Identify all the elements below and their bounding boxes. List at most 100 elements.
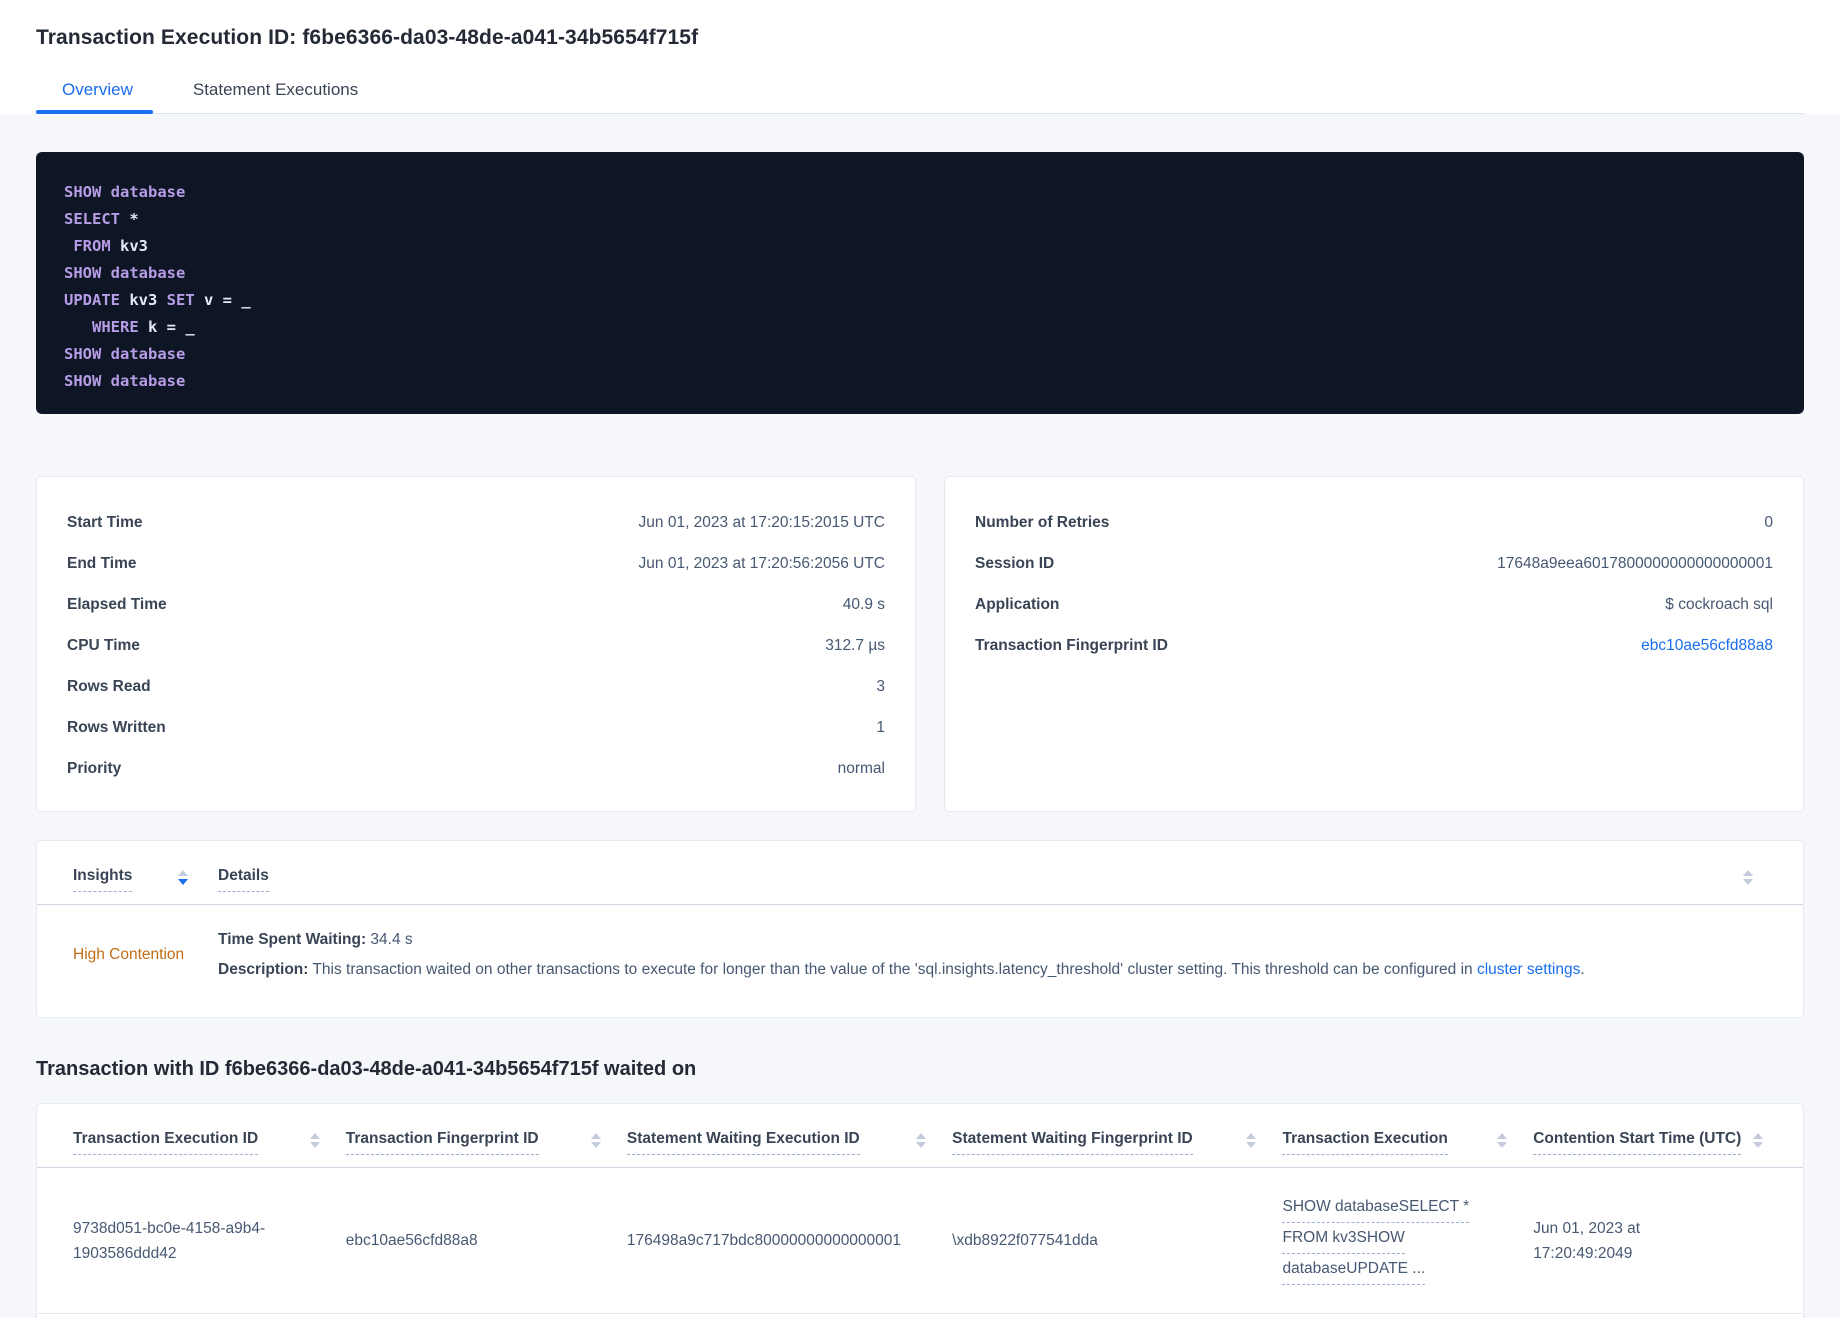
- sort-arrows-icon[interactable]: [590, 1133, 601, 1148]
- column-header-label[interactable]: Transaction Execution: [1282, 1130, 1448, 1155]
- table-sort-arrows-icon[interactable]: [1743, 870, 1753, 885]
- sort-up-arrow-icon: [1743, 870, 1753, 876]
- time-spent-waiting-label: Time Spent Waiting:: [218, 931, 367, 948]
- column-header-transaction-execution[interactable]: Transaction Execution: [1282, 1130, 1533, 1155]
- stat-label: Transaction Fingerprint ID: [975, 636, 1168, 654]
- transaction-execution-link-line[interactable]: FROM kv3SHOW: [1282, 1225, 1405, 1254]
- tab-bar: Overview Statement Executions: [36, 80, 1804, 114]
- sort-up-arrow-icon: [178, 870, 188, 876]
- table-row: 9738d051-bc0e-4158-a9b4-1903586ddd42 ebc1…: [37, 1168, 1803, 1314]
- transaction-execution-id-cell: 9738d051-bc0e-4158-a9b4-1903586ddd42: [73, 1219, 266, 1262]
- column-header-label[interactable]: Transaction Execution ID: [73, 1130, 259, 1155]
- sort-arrows-icon[interactable]: [309, 1133, 320, 1148]
- stat-value: $ cockroach sql: [1665, 595, 1773, 613]
- column-header-statement-waiting-execution-id[interactable]: Statement Waiting Execution ID: [626, 1130, 952, 1155]
- sort-arrows-icon[interactable]: [1497, 1133, 1508, 1148]
- main-content: SHOW database SELECT * FROM kv3 SHOW datab…: [0, 152, 1840, 1318]
- cluster-settings-link[interactable]: cluster settings: [1477, 961, 1580, 978]
- stat-row: Priority normal: [67, 748, 885, 789]
- stat-label: Priority: [67, 759, 122, 777]
- description-label: Description:: [218, 961, 309, 978]
- sql-line: WHERE k = _: [92, 318, 195, 336]
- sql-line: FROM kv3: [73, 237, 148, 255]
- insight-badge-high-contention: High Contention: [73, 946, 185, 963]
- column-header-label[interactable]: Contention Start Time (UTC): [1533, 1130, 1742, 1155]
- stat-row: Rows Written 1: [67, 707, 885, 748]
- stat-value: 17648a9eea6017800000000000000001: [1497, 554, 1773, 572]
- stats-cards-row: Start Time Jun 01, 2023 at 17:20:15:2015 …: [36, 476, 1804, 812]
- column-header-label[interactable]: Statement Waiting Fingerprint ID: [952, 1130, 1193, 1155]
- stat-label: Rows Read: [67, 677, 151, 695]
- stat-label: CPU Time: [67, 636, 140, 654]
- stat-row: Session ID 17648a9eea60178000000000000000…: [975, 543, 1773, 584]
- stat-row: Number of Retries 0: [975, 502, 1773, 543]
- sort-arrows-icon[interactable]: [916, 1133, 927, 1148]
- stat-label: Number of Retries: [975, 513, 1110, 531]
- sql-line: SHOW database: [64, 183, 186, 201]
- column-header-label[interactable]: Transaction Fingerprint ID: [345, 1130, 539, 1155]
- timing-stats-card: Start Time Jun 01, 2023 at 17:20:15:2015 …: [36, 476, 916, 812]
- insights-sort-icon[interactable]: [178, 870, 188, 885]
- waited-table-body: 9738d051-bc0e-4158-a9b4-1903586ddd42 ebc1…: [37, 1168, 1803, 1314]
- sort-arrows-icon[interactable]: [1753, 1133, 1763, 1148]
- sql-line: SHOW database: [64, 345, 186, 363]
- waited-on-table-card: Transaction Execution ID Transaction Fing…: [36, 1103, 1804, 1318]
- transaction-execution-link-line[interactable]: SHOW databaseSELECT *: [1282, 1194, 1470, 1223]
- column-header-insights[interactable]: Insights: [73, 867, 218, 892]
- column-header-transaction-execution-id[interactable]: Transaction Execution ID: [73, 1130, 346, 1155]
- stat-label: Start Time: [67, 513, 143, 531]
- transaction-fingerprint-id-link[interactable]: ebc10ae56cfd88a8: [1641, 637, 1773, 655]
- insights-column-label[interactable]: Insights: [73, 867, 133, 892]
- stat-value: Jun 01, 2023 at 17:20:56:2056 UTC: [638, 554, 885, 572]
- stat-row: CPU Time 312.7 µs: [67, 625, 885, 666]
- description-suffix: .: [1580, 961, 1585, 978]
- column-header-transaction-fingerprint-id[interactable]: Transaction Fingerprint ID: [345, 1130, 627, 1155]
- tab-overview[interactable]: Overview: [36, 80, 153, 114]
- insight-description: Description: This transaction waited on …: [218, 959, 1767, 981]
- stat-label: Session ID: [975, 554, 1055, 572]
- transaction-fingerprint-id-cell: ebc10ae56cfd88a8: [345, 1232, 478, 1249]
- sort-up-arrow-icon: [1497, 1133, 1508, 1139]
- stat-value: 3: [876, 677, 885, 695]
- stat-row: Rows Read 3: [67, 666, 885, 707]
- waited-table-header: Transaction Execution ID Transaction Fing…: [37, 1130, 1803, 1155]
- transaction-execution-link-line[interactable]: databaseUPDATE ...: [1282, 1256, 1426, 1285]
- insights-table-card: Insights Details High Contention Time Sp…: [36, 840, 1804, 1018]
- time-spent-waiting: Time Spent Waiting: 34.4 s: [218, 929, 1767, 951]
- transaction-details-page: Transaction Execution ID: f6be6366-da03-…: [0, 0, 1840, 1318]
- waited-on-heading: Transaction with ID f6be6366-da03-48de-a…: [36, 1058, 697, 1080]
- sql-line: SELECT *: [64, 210, 139, 228]
- insight-details: Time Spent Waiting: 34.4 s Description: …: [218, 929, 1767, 981]
- stat-value: 40.9 s: [842, 595, 885, 613]
- statement-waiting-execution-id-cell: 176498a9c717bdc80000000000000001: [626, 1232, 902, 1249]
- sort-arrows-icon[interactable]: [1246, 1133, 1257, 1148]
- stat-row: End Time Jun 01, 2023 at 17:20:56:2056 UT…: [67, 543, 885, 584]
- sort-up-arrow-icon: [309, 1133, 320, 1139]
- page-header: Transaction Execution ID: f6be6366-da03-…: [0, 0, 1840, 114]
- sort-down-arrow-icon: [1497, 1142, 1508, 1148]
- sql-line: SHOW database: [64, 372, 186, 390]
- column-header-label[interactable]: Statement Waiting Execution ID: [626, 1130, 860, 1155]
- stat-row: Start Time Jun 01, 2023 at 17:20:15:2015 …: [67, 502, 885, 543]
- sort-down-arrow-icon: [178, 879, 188, 885]
- sql-statements-box: SHOW database SELECT * FROM kv3 SHOW datab…: [36, 152, 1804, 414]
- stat-label: Application: [975, 595, 1060, 613]
- stat-label: Rows Written: [67, 718, 166, 736]
- details-column-label[interactable]: Details: [218, 867, 269, 892]
- sort-down-arrow-icon: [1246, 1142, 1257, 1148]
- time-spent-waiting-value: 34.4 s: [366, 931, 413, 948]
- transaction-execution-cell[interactable]: SHOW databaseSELECT * FROM kv3SHOW databas…: [1282, 1194, 1533, 1287]
- sort-down-arrow-icon: [590, 1142, 601, 1148]
- session-stats-card: Number of Retries 0 Session ID 17648a9eea60…: [944, 476, 1804, 812]
- tab-statement-executions[interactable]: Statement Executions: [193, 80, 358, 113]
- sort-up-arrow-icon: [590, 1133, 601, 1139]
- insight-row: High Contention Time Spent Waiting: 34.4…: [37, 905, 1803, 1017]
- stat-label: Elapsed Time: [67, 595, 167, 613]
- sort-down-arrow-icon: [916, 1142, 927, 1148]
- stat-value: Jun 01, 2023 at 17:20:15:2015 UTC: [638, 513, 885, 531]
- column-header-statement-waiting-fingerprint-id[interactable]: Statement Waiting Fingerprint ID: [952, 1130, 1282, 1155]
- insights-table-header: Insights Details: [37, 867, 1803, 892]
- stat-row: Application $ cockroach sql: [975, 584, 1773, 625]
- stat-value: 0: [1764, 513, 1773, 531]
- column-header-contention-start-time-utc[interactable]: Contention Start Time (UTC): [1533, 1130, 1767, 1155]
